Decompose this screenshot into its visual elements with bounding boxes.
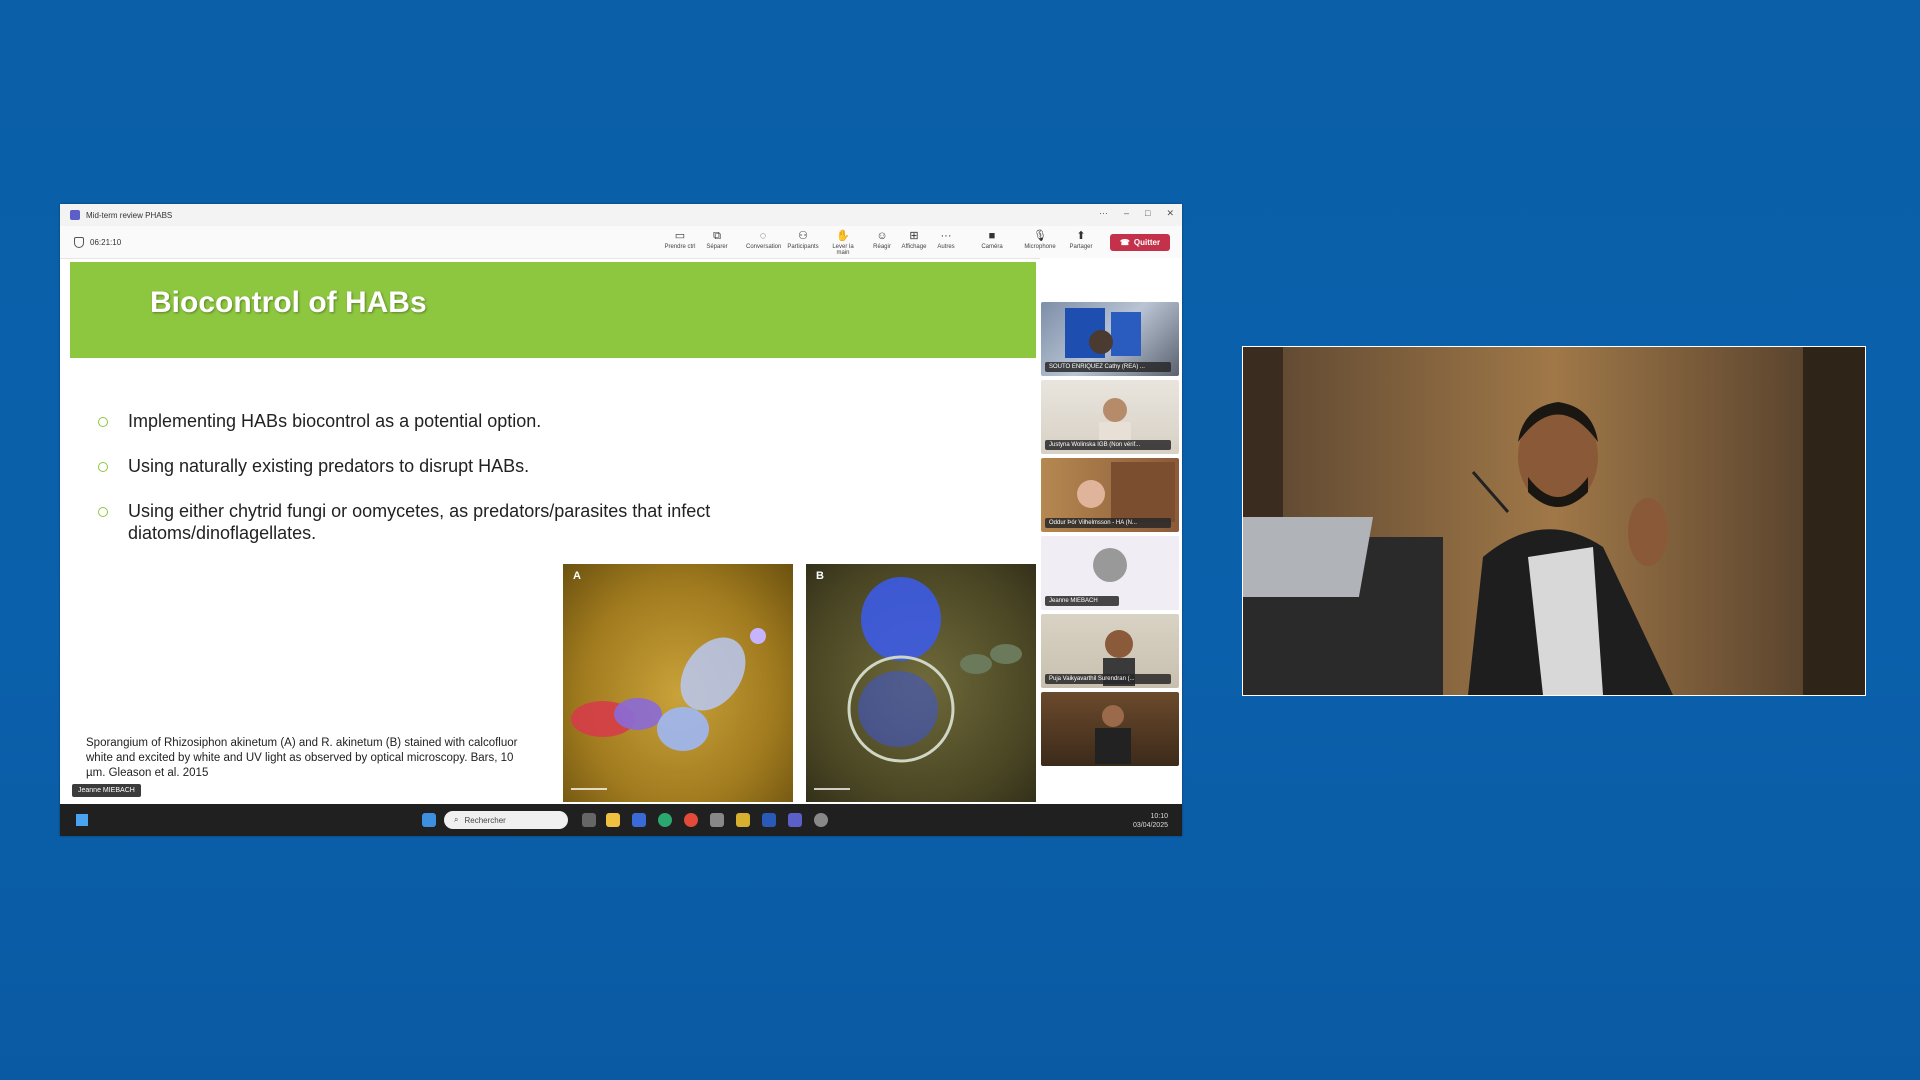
take-control-button[interactable]: ▭ Prendre ctrl: [663, 228, 697, 250]
search-box[interactable]: ⌕ Rechercher: [444, 811, 568, 829]
view-button[interactable]: ⊞ Affichage: [897, 228, 931, 250]
react-icon: ☺: [876, 230, 888, 242]
participant-tile[interactable]: SOUTO ENRIQUEZ Cathy (REA) ...: [1041, 302, 1179, 376]
zoom-app-icon[interactable]: [762, 813, 776, 827]
participant-tile[interactable]: Justyna Wolinska IGB (Non vérif...: [1041, 380, 1179, 454]
presentation-slide: Biocontrol of HABs Implementing HABs bio…: [70, 262, 1036, 804]
chat-icon: ◌: [759, 230, 767, 242]
participant-name: Oddur Þór Vilhelmsson - HA (N...: [1045, 518, 1171, 528]
edge-icon[interactable]: [658, 813, 672, 827]
microscopy-image-a: A: [563, 564, 793, 802]
maximize-icon[interactable]: □: [1145, 208, 1150, 219]
share-icon: ⬆: [1076, 230, 1086, 242]
more-icon: ···: [940, 230, 952, 242]
widgets-icon[interactable]: [76, 814, 88, 826]
more-options-icon[interactable]: ···: [1099, 208, 1108, 219]
participant-tile[interactable]: Puja Vaikyavarthil Surendran (...: [1041, 614, 1179, 688]
raise-hand-icon: ✋: [836, 230, 850, 242]
teams-app-icon: [70, 210, 80, 220]
search-icon: ⌕: [454, 815, 459, 824]
participants-button[interactable]: ⚇ Participants: [786, 228, 820, 250]
participant-name: SOUTO ENRIQUEZ Cathy (REA) ...: [1045, 362, 1171, 372]
clock-date: 03/04/2025: [1132, 822, 1168, 829]
participant-tile[interactable]: Jeanne MIEBACH: [1041, 536, 1179, 610]
window-title: Mid-term review PHABS: [86, 210, 173, 220]
meeting-timer: 06:21:10: [74, 237, 121, 248]
windows-taskbar: ⌕ Rechercher 10:10 03/04/2025: [60, 804, 1182, 836]
meeting-toolbar: 06:21:10 ▭ Prendre ctrl ⧉ Séparer ◌ Convers…: [60, 226, 1182, 259]
defender-icon[interactable]: [632, 813, 646, 827]
participant-tile[interactable]: [1041, 692, 1179, 766]
notes-app-icon[interactable]: [736, 813, 750, 827]
clock-time: 10:10: [1150, 813, 1168, 820]
camera-button[interactable]: ■ Caméra: [975, 228, 1009, 250]
timer-text: 06:21:10: [90, 238, 122, 247]
hang-up-icon: ☎: [1119, 238, 1130, 247]
view-icon: ⊞: [909, 230, 919, 242]
bullet-icon: [98, 462, 108, 472]
pop-out-button[interactable]: ⧉ Séparer: [700, 228, 734, 250]
speaker-video-frame: [1243, 347, 1865, 695]
shared-screen-window: Mid-term review PHABS ··· – □ ✕ 06:21:10…: [60, 204, 1182, 836]
panel-label-a: A: [573, 570, 581, 582]
raise-hand-button[interactable]: ✋ Lever la main: [826, 228, 860, 256]
system-clock: 10:10 03/04/2025: [1133, 812, 1168, 830]
camera-icon: ■: [988, 230, 996, 242]
more-button[interactable]: ··· Autres: [929, 228, 963, 250]
microscopy-image-b: B: [806, 564, 1036, 802]
sporangium-b-drawing: [814, 577, 1022, 790]
speaker-camera-feed: [1242, 346, 1866, 696]
slide-title: Biocontrol of HABs: [150, 286, 427, 319]
avatar: [1093, 548, 1127, 582]
close-icon[interactable]: ✕: [1166, 208, 1174, 219]
microphone-button[interactable]: 🎙 Microphone: [1023, 228, 1057, 250]
react-button[interactable]: ☺ Réagir: [865, 228, 899, 250]
bullet-icon: [98, 417, 108, 427]
screen-control-icon: ▭: [674, 230, 686, 242]
presenter-name-tag: Jeanne MIEBACH: [72, 784, 141, 797]
chat-button[interactable]: ◌ Conversation: [746, 228, 781, 250]
participant-name: Puja Vaikyavarthil Surendran (...: [1045, 674, 1171, 684]
chrome-icon[interactable]: [684, 813, 698, 827]
participant-tile[interactable]: Oddur Þór Vilhelmsson - HA (N...: [1041, 458, 1179, 532]
speaker-thumbnail: [1095, 705, 1131, 764]
people-icon: ⚇: [798, 230, 808, 242]
title-bar: Mid-term review PHABS ··· – □ ✕: [60, 204, 1182, 226]
search-placeholder: Rechercher: [464, 815, 506, 825]
window-controls: ··· – □ ✕: [1099, 208, 1174, 219]
panel-label-b: B: [816, 570, 824, 582]
settings-icon[interactable]: [814, 813, 828, 827]
participant-strip: SOUTO ENRIQUEZ Cathy (REA) ... Justyna W…: [1040, 258, 1182, 804]
bullet-icon: [98, 507, 108, 517]
microphone-icon: 🎙: [1033, 230, 1047, 242]
start-icon[interactable]: [422, 813, 436, 827]
teams-taskbar-icon[interactable]: [788, 813, 802, 827]
file-explorer-icon[interactable]: [606, 813, 620, 827]
leave-meeting-button[interactable]: ☎ Quitter: [1110, 234, 1170, 251]
minimize-icon[interactable]: –: [1124, 208, 1129, 219]
sporangium-a-drawing: [571, 628, 766, 790]
share-button[interactable]: ⬆ Partager: [1064, 228, 1098, 250]
pop-out-icon: ⧉: [713, 230, 721, 242]
camera-app-icon[interactable]: [710, 813, 724, 827]
participant-name: Jeanne MIEBACH: [1045, 596, 1119, 606]
figure-caption: Sporangium of Rhizosiphon akinetum (A) a…: [86, 737, 518, 779]
task-view-icon[interactable]: [582, 813, 596, 827]
shield-icon: [74, 237, 84, 248]
participant-name: Justyna Wolinska IGB (Non vérif...: [1045, 440, 1171, 450]
